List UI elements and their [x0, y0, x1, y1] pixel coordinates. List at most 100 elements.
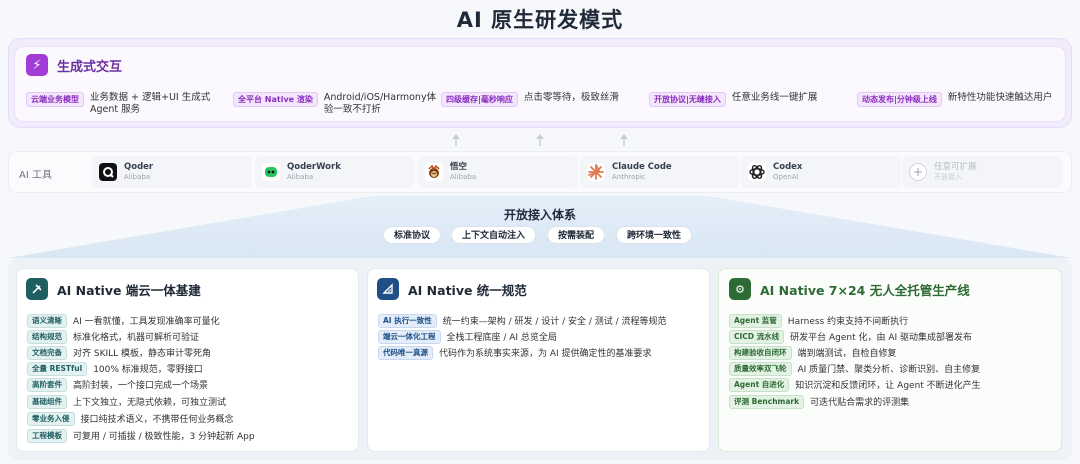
openai-icon: [748, 163, 766, 181]
arrow-up-icon: [536, 134, 544, 146]
generative-badge: 开放协议|无缝接入: [649, 92, 726, 107]
arrow-up-icon: [620, 134, 628, 146]
tool-vendor: Alibaba: [287, 173, 314, 181]
generative-text: 新特性功能快速触达用户: [947, 92, 1053, 103]
row-text: 全栈工程底座 / AI 总览全局: [446, 333, 557, 343]
list-item: 端云一体化工程 全栈工程底座 / AI 总览全局: [378, 329, 557, 344]
list-item: 工程模板 可复用 / 可插拔 / 极致性能，3 分钟起新 App: [27, 428, 255, 443]
tool-vendor: Alibaba: [124, 173, 151, 181]
open-access-pill: 标准协议: [383, 226, 442, 244]
row-badge: CICD 流水线: [729, 329, 785, 344]
generative-item: 开放协议|无缝接入 任意业务线一键扩展: [649, 92, 817, 107]
tool-name: QoderWork: [287, 162, 341, 172]
list-item: 评测 Benchmark 可迭代贴合需求的评测集: [729, 394, 909, 409]
generative-header: ⚡ 生成式交互: [26, 54, 122, 76]
row-badge: 构建验收自闭环: [729, 345, 792, 360]
tool-card-extensible[interactable]: + 任意可扩展 开放接入: [902, 156, 1062, 188]
row-text: 100% 标准规范，零野接口: [93, 365, 203, 375]
row-badge: AI 执行一致性: [378, 313, 437, 328]
generative-badge: 云端业务模型: [26, 92, 84, 107]
card-title: AI Native 端云一体基建: [57, 282, 201, 298]
plus-icon: +: [909, 163, 927, 181]
tool-vendor: OpenAI: [773, 173, 799, 181]
row-badge: 工程模板: [27, 428, 67, 443]
row-badge: 基础组件: [27, 394, 67, 409]
generative-badge: 动态发布|分钟级上线: [857, 92, 942, 107]
card-header: AI Native 端云一体基建: [26, 278, 201, 300]
open-access-title: 开放接入体系: [503, 208, 576, 222]
tool-card-qoder[interactable]: Qoder Alibaba: [92, 156, 252, 188]
ai-tools-label: AI 工具: [19, 170, 52, 181]
tool-card-codex[interactable]: Codex OpenAI: [741, 156, 901, 188]
list-item: CICD 流水线 研发平台 Agent 化，由 AI 驱动集成部署发布: [729, 329, 972, 344]
open-access-pill: 上下文自动注入: [451, 226, 537, 244]
generative-badge: 全平台 Native 渲染: [233, 92, 318, 107]
row-text: 可复用 / 可插拔 / 极致性能，3 分钟起新 App: [73, 432, 255, 442]
list-item: 语义清晰 AI 一看就懂，工具发现准确率可量化: [27, 313, 220, 328]
row-text: 上下文独立，无隐式依赖，可独立测试: [73, 398, 227, 408]
list-item: 全量 RESTful 100% 标准规范，零野接口: [27, 361, 203, 376]
row-text: AI 质量门禁、聚类分析、诊断识别、自主修复: [797, 365, 981, 375]
list-item: 零业务入侵 接口纯技术语义，不携带任何业务概念: [27, 411, 234, 426]
list-item: Agent 监管 Harness 约束支持不间断执行: [729, 313, 908, 328]
ruler-icon: [377, 278, 399, 300]
row-badge: 评测 Benchmark: [729, 394, 805, 409]
row-text: AI 一看就懂，工具发现准确率可量化: [73, 317, 220, 327]
arrow-up-icon: [452, 134, 460, 146]
generative-item: 全平台 Native 渲染 Android/iOS/Harmony体 验一致不打…: [233, 92, 436, 116]
row-text: 研发平台 Agent 化，由 AI 驱动集成部署发布: [790, 333, 973, 343]
tool-card-claude-code[interactable]: Claude Code Anthropic: [580, 156, 740, 188]
generative-title: 生成式交互: [57, 59, 123, 75]
row-badge: Agent 自进化: [729, 377, 790, 392]
generative-item: 动态发布|分钟级上线 新特性功能快速触达用户: [857, 92, 1052, 107]
row-badge: 端云一体化工程: [378, 329, 441, 344]
open-access-pill: 跨环境一致性: [616, 226, 693, 244]
card-header: AI Native 统一规范: [377, 278, 527, 300]
generative-text: 任意业务线一键扩展: [731, 92, 818, 103]
list-item: 高阶套件 高阶封装，一个接口完成一个场景: [27, 377, 208, 392]
claude-icon: [587, 163, 605, 181]
row-badge: 全量 RESTful: [27, 361, 88, 376]
row-text: 端到端测试，自检自修复: [797, 349, 897, 359]
open-access-pill: 按需装配: [547, 226, 606, 244]
list-item: 代码唯一真源 代码作为系统事实来源，为 AI 提供确定性的基准要求: [378, 345, 652, 360]
row-badge: 语义清晰: [27, 313, 67, 328]
row-badge: 结构规范: [27, 329, 67, 344]
row-badge: 代码唯一真源: [378, 345, 433, 360]
row-badge: 高阶套件: [27, 377, 67, 392]
plug-icon: [26, 278, 48, 300]
tool-card-qoderwork[interactable]: QoderWork Alibaba: [255, 156, 415, 188]
tool-name: 任意可扩展: [934, 162, 977, 172]
qoder-icon: [99, 163, 117, 181]
generative-badge: 四级缓存|毫秒响应: [441, 92, 518, 107]
list-item: 质量效率双飞轮 AI 质量门禁、聚类分析、诊断识别、自主修复: [729, 361, 980, 376]
generative-item: 四级缓存|毫秒响应 点击零等待，极致丝滑: [441, 92, 619, 107]
tool-name: Claude Code: [612, 162, 672, 172]
wukong-icon: [425, 163, 443, 181]
tool-card-wukong[interactable]: 悟空 Alibaba: [418, 156, 578, 188]
generative-text: 业务数据 + 逻辑+UI 生成式 Agent 服务: [90, 92, 211, 115]
row-text: 知识沉淀和反馈闭环，让 Agent 不断进化产生: [795, 381, 981, 391]
tool-name: Qoder: [124, 162, 154, 172]
list-item: Agent 自进化 知识沉淀和反馈闭环，让 Agent 不断进化产生: [729, 377, 981, 392]
row-badge: 零业务入侵: [27, 411, 75, 426]
row-badge: 文档完备: [27, 345, 67, 360]
tool-vendor: Alibaba: [450, 173, 477, 181]
row-text: 接口纯技术语义，不携带任何业务概念: [80, 415, 234, 425]
card-title: AI Native 7×24 无人全托管生产线: [760, 282, 970, 298]
qoderwork-icon: [262, 163, 280, 181]
row-text: 统一约束—架构 / 研发 / 设计 / 安全 / 测试 / 流程等规范: [442, 317, 667, 327]
generative-item: 云端业务模型 业务数据 + 逻辑+UI 生成式 Agent 服务: [26, 92, 210, 116]
page-title: AI 原生研发模式: [456, 8, 624, 32]
card-title: AI Native 统一规范: [408, 282, 527, 298]
tool-vendor: 开放接入: [934, 173, 962, 181]
gear-icon: ⚙: [729, 278, 751, 300]
list-item: 构建验收自闭环 端到端测试，自检自修复: [729, 345, 897, 360]
row-badge: 质量效率双飞轮: [729, 361, 792, 376]
row-text: 高阶封装，一个接口完成一个场景: [73, 381, 209, 391]
generative-text: Android/iOS/Harmony体 验一致不打折: [323, 92, 437, 115]
tool-name: 悟空: [450, 162, 468, 172]
row-badge: Agent 监管: [729, 313, 782, 328]
row-text: Harness 约束支持不间断执行: [787, 317, 909, 327]
row-text: 代码作为系统事实来源，为 AI 提供确定性的基准要求: [439, 349, 652, 359]
